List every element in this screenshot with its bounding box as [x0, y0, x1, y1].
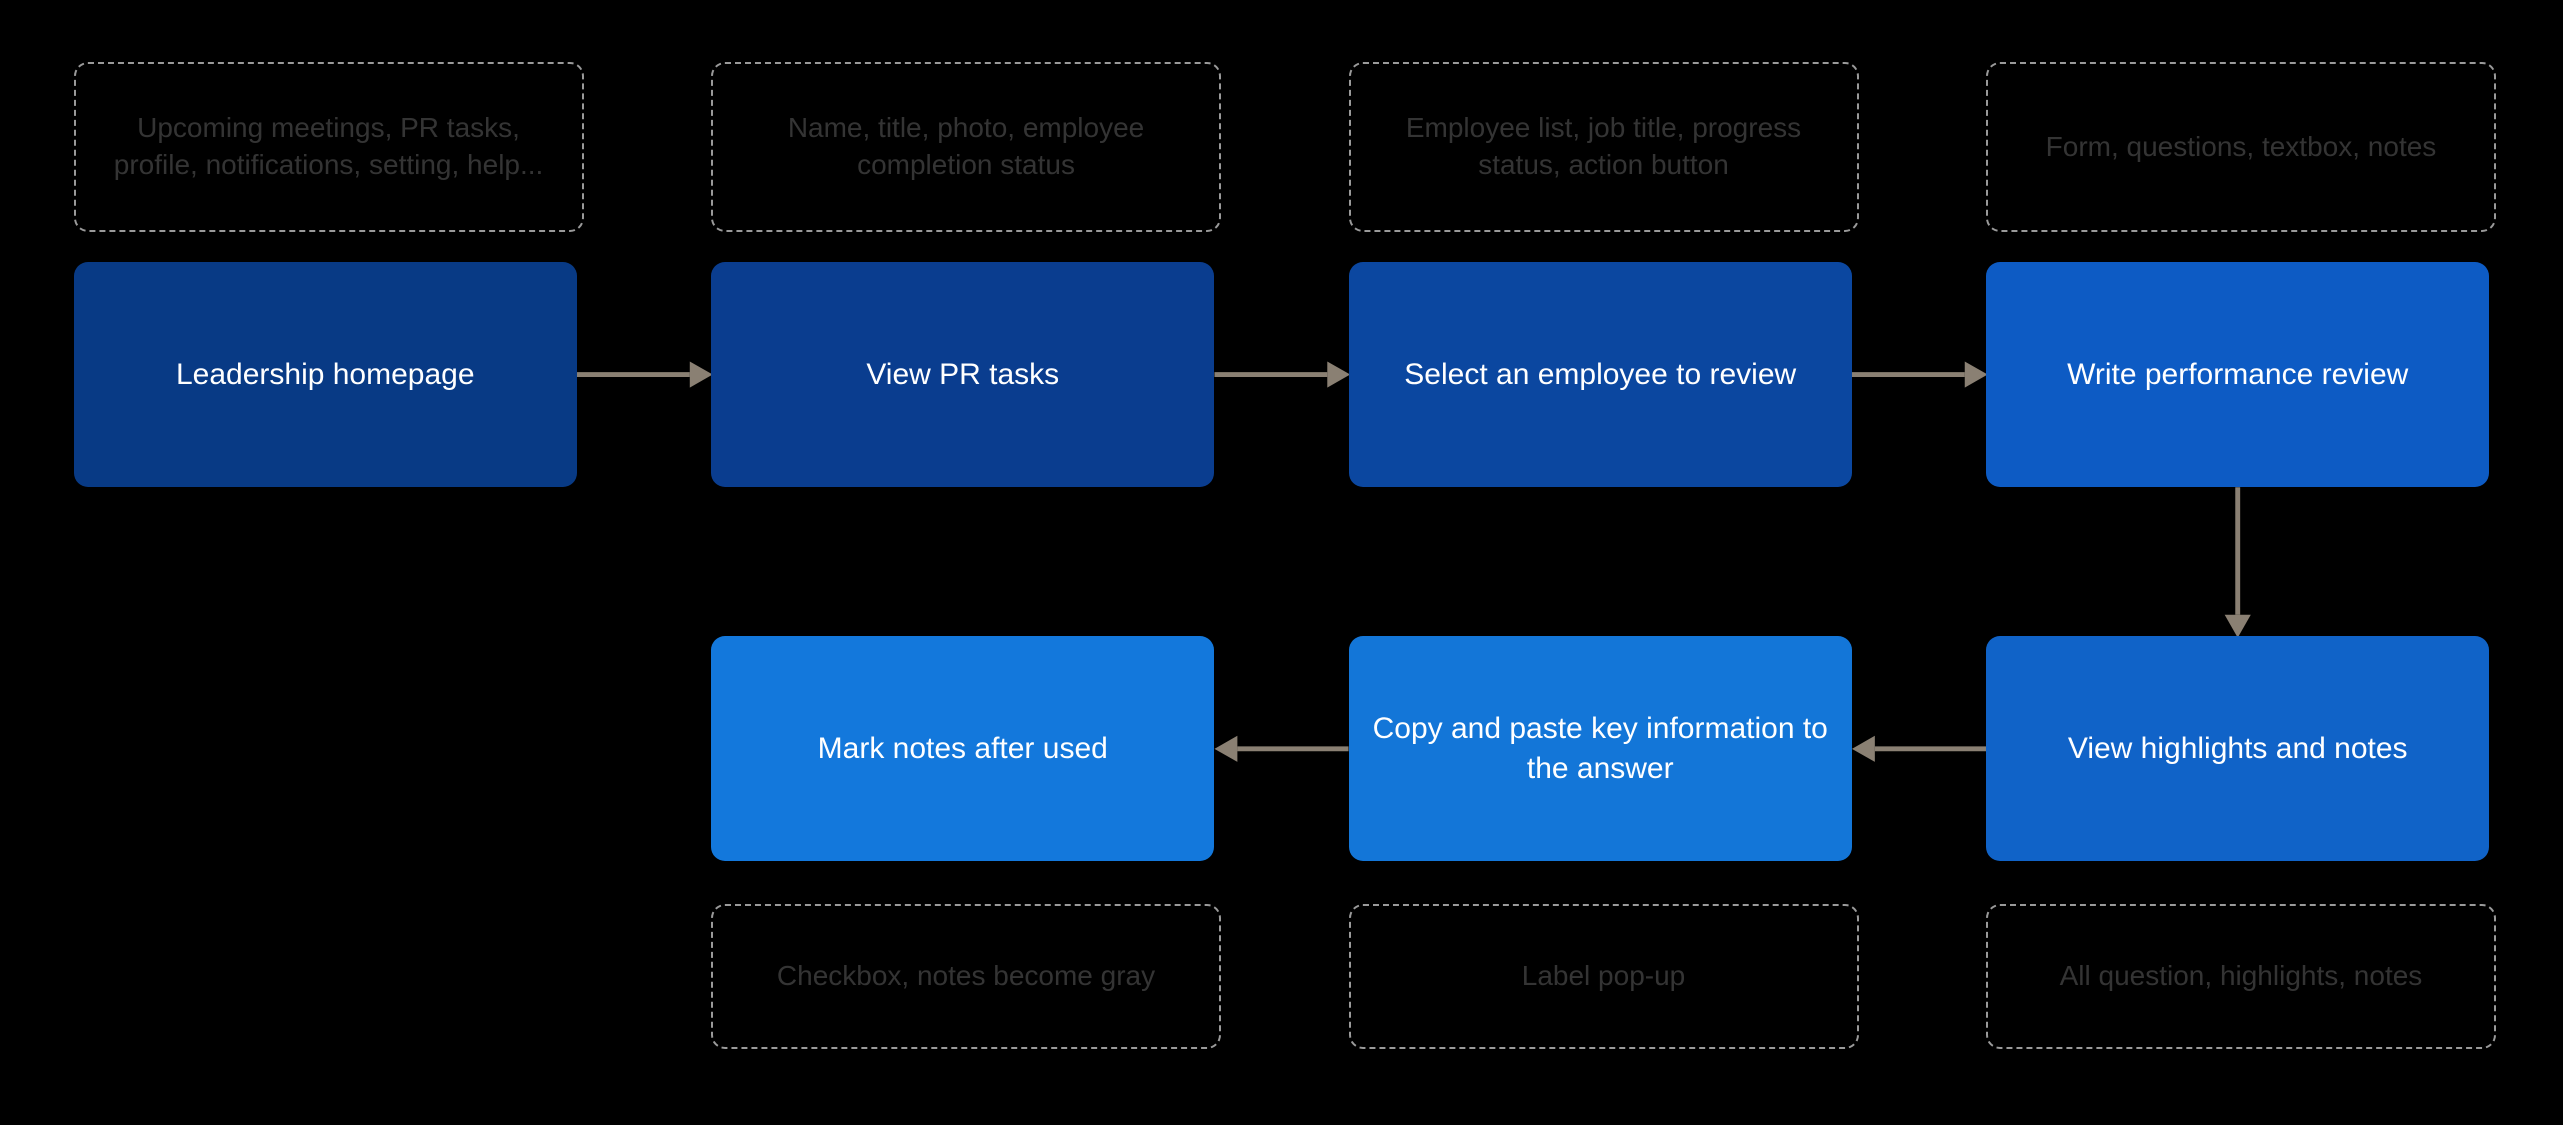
arrow-writereview-to-viewhighlights	[2224, 487, 2251, 638]
annotation-view-highlights: All question, highlights, notes	[1985, 903, 2496, 1050]
process-node-write-review[interactable]: Write performance review	[1985, 261, 2490, 488]
annotation-select-employee: Employee list, job title, progress statu…	[1348, 62, 1859, 233]
annotation-write-review: Form, questions, textbox, notes	[1985, 62, 2496, 233]
annotation-copy-paste: Label pop-up	[1348, 903, 1859, 1050]
annotation-mark-notes: Checkbox, notes become gray	[711, 903, 1222, 1050]
process-node-view-pr-tasks[interactable]: View PR tasks	[711, 261, 1215, 488]
arrow-viewhighlights-to-copypaste	[1851, 735, 1986, 762]
process-node-mark-notes[interactable]: Mark notes after used	[711, 635, 1215, 862]
process-node-leadership-homepage[interactable]: Leadership homepage	[73, 261, 577, 488]
arrow-prtasks-to-selectemployee	[1214, 361, 1351, 388]
arrow-selectemployee-to-writereview	[1851, 361, 1988, 388]
arrow-homepage-to-prtasks	[577, 361, 713, 388]
process-node-copy-paste[interactable]: Copy and paste key information to the an…	[1348, 635, 1852, 862]
annotation-view-pr-tasks: Name, title, photo, employee completion …	[711, 62, 1222, 233]
process-node-view-highlights[interactable]: View highlights and notes	[1985, 635, 2490, 862]
process-node-select-employee[interactable]: Select an employee to review	[1348, 261, 1852, 488]
flowchart-canvas: Upcoming meetings, PR tasks, profile, no…	[0, 0, 2563, 1125]
arrow-copypaste-to-marknotes	[1214, 735, 1349, 762]
annotation-leadership-homepage: Upcoming meetings, PR tasks, profile, no…	[73, 62, 584, 233]
